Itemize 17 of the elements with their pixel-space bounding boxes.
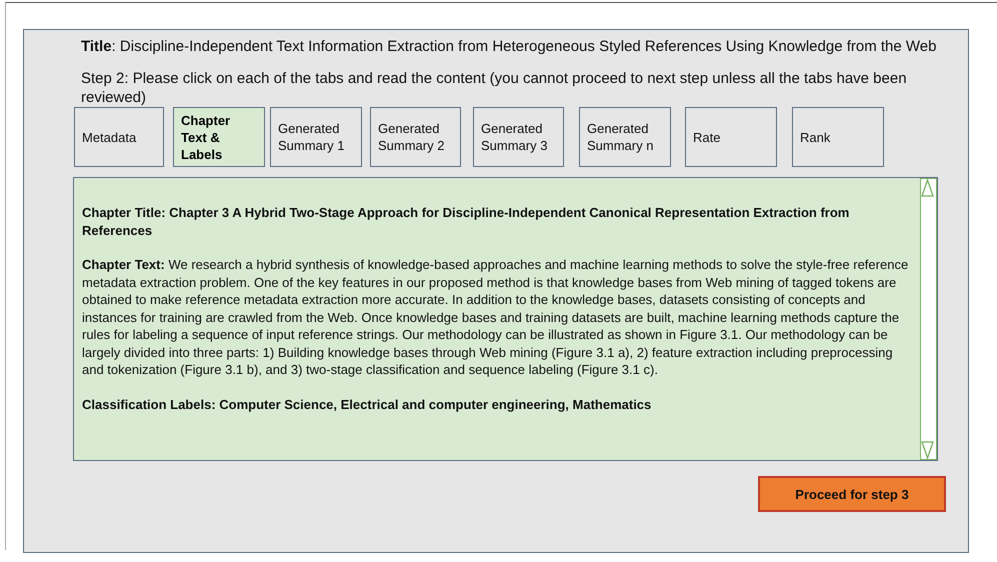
scroll-down-icon[interactable] <box>921 441 934 459</box>
tab[interactable]: Rate <box>685 107 777 167</box>
tab[interactable]: Generated Summary 2 <box>370 107 461 167</box>
tab[interactable]: Generated Summary n <box>579 107 671 167</box>
chapter-title: Chapter Title: Chapter 3 A Hybrid Two-Stage Approach for Discipline-Independent Canonical Representation Extraction from References <box>82 204 850 239</box>
tab[interactable]: Generated Summary 3 <box>473 107 564 167</box>
scroll-up-icon[interactable] <box>921 179 934 197</box>
document-title: Title: Discipline-Independent Text Information Extraction from Heterogeneous Styled References Using Knowledge from the Web <box>81 37 938 56</box>
instruction-text: Step 2: Please click on each of the tabs and read the content (you cannot proceed to next step unless all the tabs have been reviewed) <box>81 69 908 107</box>
proceed-button[interactable]: Proceed for step 3 <box>758 476 946 512</box>
tab[interactable]: Rank <box>792 107 884 167</box>
tab[interactable]: Metadata <box>74 107 164 167</box>
tab[interactable]: Generated Summary 1 <box>270 107 362 167</box>
tab[interactable]: Chapter Text & Labels <box>173 107 265 167</box>
chapter-text: Chapter Text: We research a hybrid synthesis of knowledge-based approaches and machine learning methods to solve the style-free reference metadata extraction problem. One of the key features in our proposed method is that knowledge bases from Web mining of tagged tokens are obtained to make reference metadata extraction more accurate. In addition to the knowledge bases, datasets consisting of concepts and instances for training are crawled from the Web. Once knowledge bases and training datasets are built, machine learning methods capture the rules for labeling a sequence of input reference strings. Our methodology can be illustrated as shown in Figure 3.1. Our methodology can be largely divided into three parts: 1) Building knowledge bases through Web mining (Figure 3.1 a), 2) feature extraction including preprocessing and tokenization (Figure 3.1 b), and 3) two-stage classification and sequence labeling (Figure 3.1 c). <box>82 256 910 378</box>
scrollbar[interactable] <box>920 178 937 460</box>
classification-labels: Classification Labels: Computer Science, Electrical and computer engineering, Mathematics <box>82 396 652 413</box>
